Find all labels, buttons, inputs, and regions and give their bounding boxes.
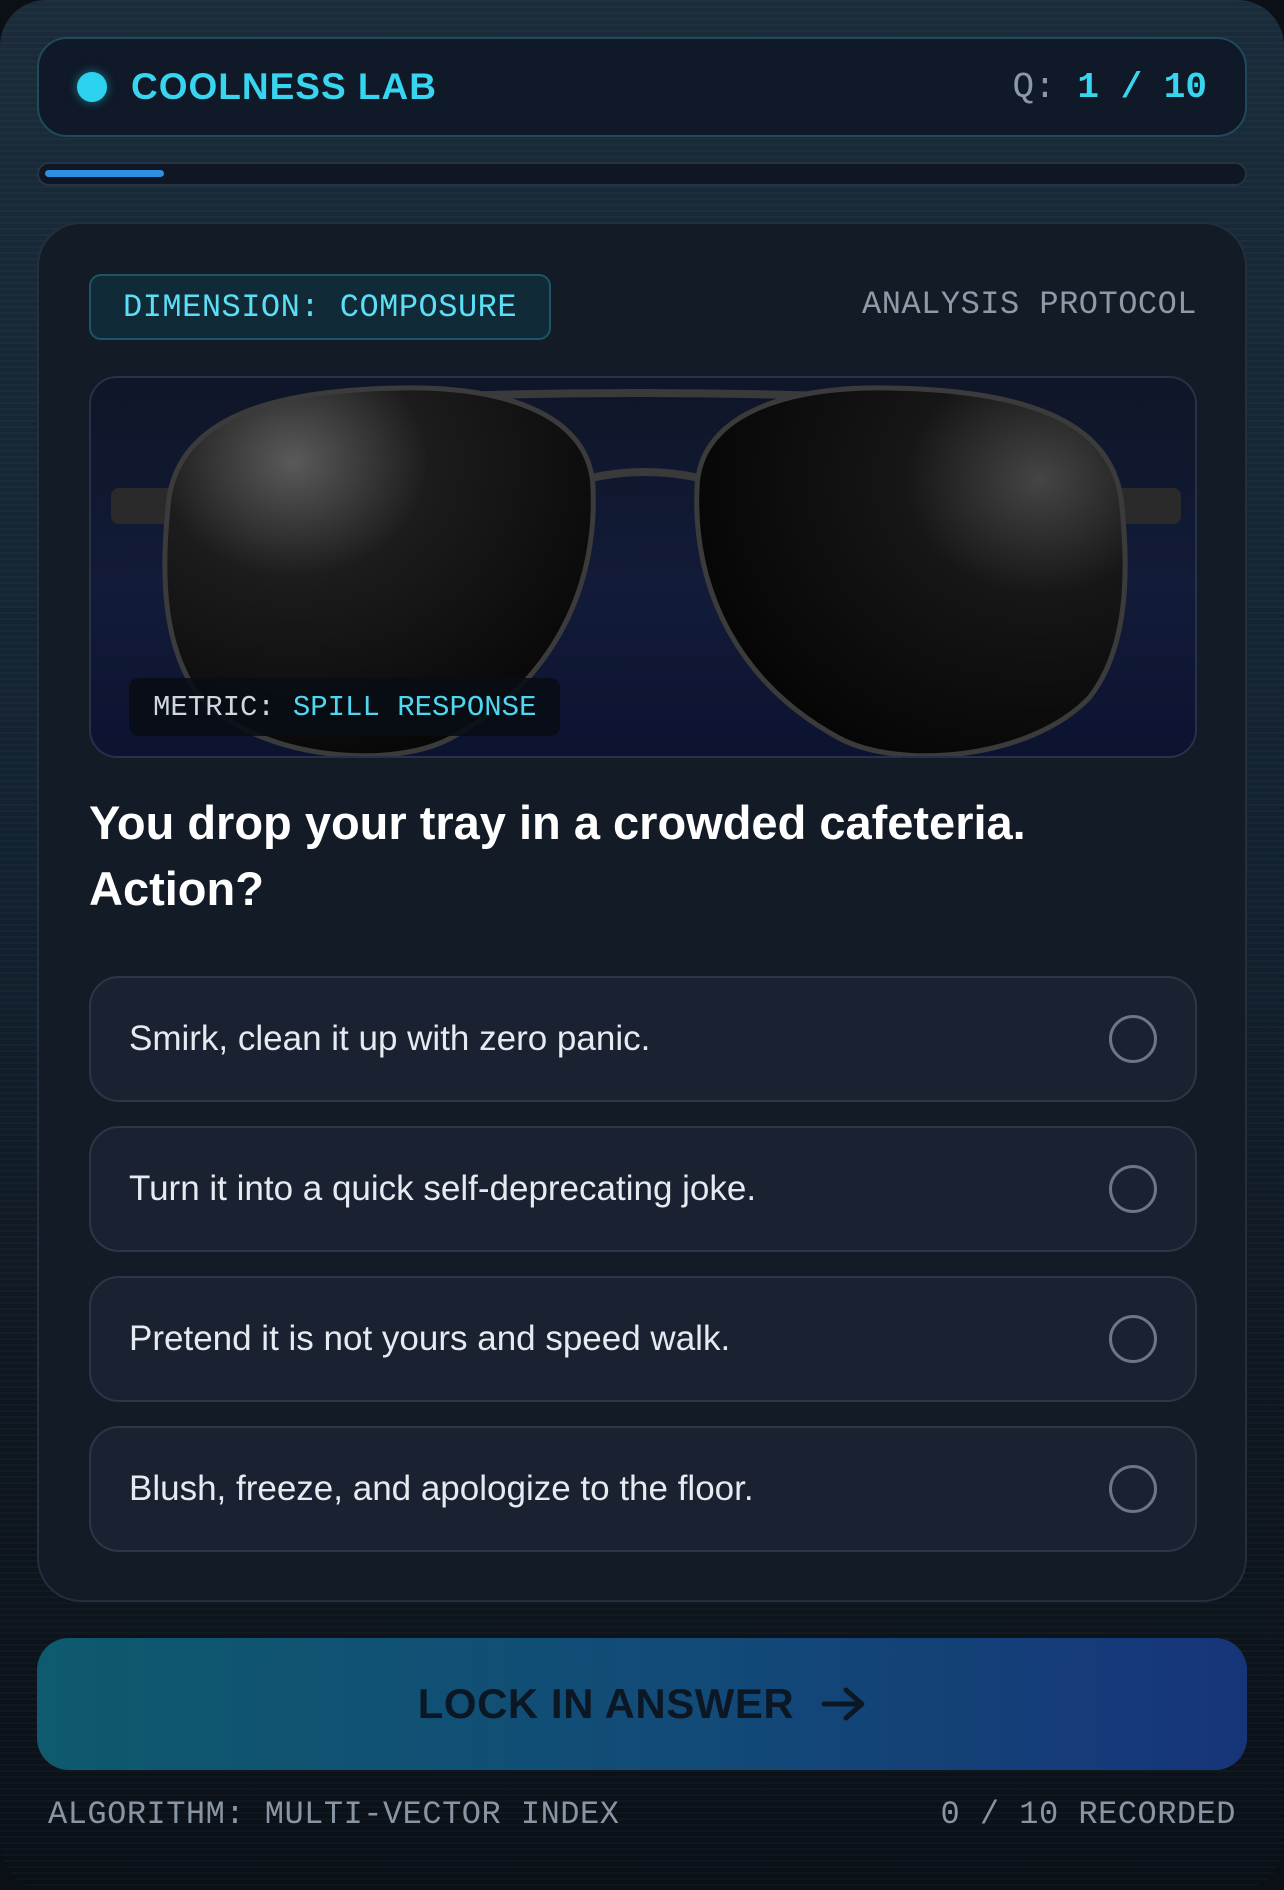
arrow-right-icon bbox=[822, 1687, 865, 1721]
progress-bar-fill bbox=[45, 170, 165, 177]
header-bar: COOLNESS LAB Q: 1 / 10 bbox=[37, 37, 1247, 137]
metric-value: SPILL RESPONSE bbox=[292, 690, 537, 724]
question-card: DIMENSION: COMPOSURE ANALYSIS PROTOCOL M… bbox=[37, 222, 1247, 1602]
progress-bar bbox=[37, 162, 1247, 186]
status-dot-icon bbox=[77, 72, 107, 102]
question-counter-value: 1 / 10 bbox=[1077, 66, 1207, 108]
answer-option-label: Pretend it is not yours and speed walk. bbox=[129, 1319, 731, 1358]
question-counter-label: Q: bbox=[1012, 66, 1056, 108]
question-counter: Q: 1 / 10 bbox=[1013, 67, 1207, 108]
algorithm-label: ALGORITHM: MULTI-VECTOR INDEX bbox=[48, 1796, 620, 1833]
lock-in-answer-button[interactable]: LOCK IN ANSWER bbox=[37, 1638, 1247, 1770]
answer-option[interactable]: Turn it into a quick self-deprecating jo… bbox=[89, 1126, 1197, 1252]
metric-label: METRIC: bbox=[153, 690, 275, 724]
answer-option-label: Turn it into a quick self-deprecating jo… bbox=[129, 1169, 757, 1208]
app-title: COOLNESS LAB bbox=[131, 66, 437, 107]
answer-option[interactable]: Blush, freeze, and apologize to the floo… bbox=[89, 1426, 1197, 1552]
question-image: METRIC: SPILL RESPONSE bbox=[89, 376, 1197, 758]
radio-icon[interactable] bbox=[1109, 1465, 1157, 1513]
radio-icon[interactable] bbox=[1109, 1315, 1157, 1363]
answer-option-label: Blush, freeze, and apologize to the floo… bbox=[129, 1469, 754, 1508]
protocol-label: ANALYSIS PROTOCOL bbox=[862, 286, 1197, 323]
answer-option[interactable]: Pretend it is not yours and speed walk. bbox=[89, 1276, 1197, 1402]
answer-option[interactable]: Smirk, clean it up with zero panic. bbox=[89, 976, 1197, 1102]
metric-badge: METRIC: SPILL RESPONSE bbox=[129, 678, 561, 736]
answer-options: Smirk, clean it up with zero panic. Turn… bbox=[89, 976, 1197, 1576]
answer-option-label: Smirk, clean it up with zero panic. bbox=[129, 1019, 651, 1058]
radio-icon[interactable] bbox=[1109, 1165, 1157, 1213]
dimension-tag: DIMENSION: COMPOSURE bbox=[89, 274, 552, 340]
radio-icon[interactable] bbox=[1109, 1015, 1157, 1063]
lock-in-answer-label: LOCK IN ANSWER bbox=[417, 1680, 795, 1727]
app-frame: COOLNESS LAB Q: 1 / 10 DIMENSION: COMPOS… bbox=[0, 0, 1284, 1890]
question-text: You drop your tray in a crowded cafeteri… bbox=[89, 796, 1026, 915]
recorded-count: 0 / 10 RECORDED bbox=[940, 1796, 1236, 1833]
